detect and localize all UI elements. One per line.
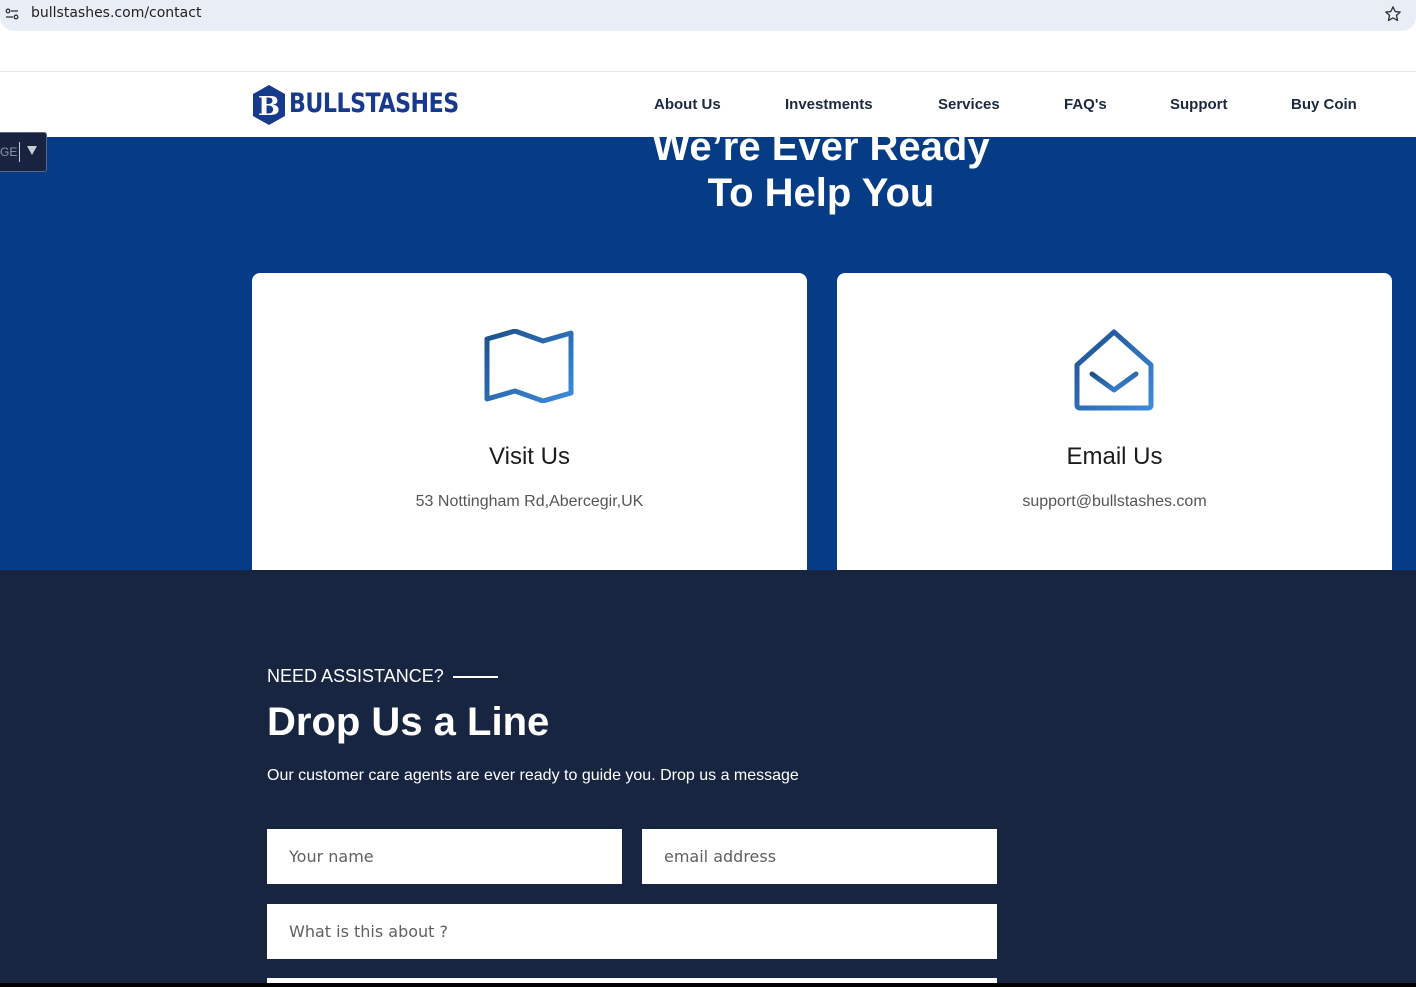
caret-down-icon <box>27 146 37 155</box>
site-logo[interactable]: B BULLSTASHES <box>252 84 462 126</box>
language-code: GE <box>0 145 18 159</box>
visit-us-card: Visit Us 53 Nottingham Rd,Abercegir,UK <box>252 273 807 570</box>
eyebrow-divider <box>453 676 498 678</box>
email-us-title: Email Us <box>1066 443 1163 470</box>
eyebrow-label: NEED ASSISTANCE? <box>267 666 444 686</box>
browser-address-bar: bullstashes.com/contact <box>0 0 1416 31</box>
language-divider <box>19 142 20 162</box>
contact-subtext: Our customer care agents are ever ready … <box>267 767 799 784</box>
nav-services[interactable]: Services <box>938 96 1000 113</box>
subject-input[interactable] <box>267 904 997 959</box>
window-bottom-edge <box>0 983 1416 987</box>
map-icon <box>484 329 574 403</box>
email-us-card: Email Us support@bullstashes.com <box>837 273 1392 570</box>
logo-mark-icon: B <box>253 85 285 125</box>
nav-faqs[interactable]: FAQ's <box>1064 96 1107 113</box>
language-selector[interactable]: GE <box>0 132 47 172</box>
visit-us-title: Visit Us <box>489 443 570 470</box>
address-url[interactable]: bullstashes.com/contact <box>31 5 201 21</box>
contact-heading: Drop Us a Line <box>267 700 550 744</box>
nav-support[interactable]: Support <box>1170 96 1228 113</box>
envelope-open-icon <box>1074 329 1154 411</box>
contact-section: NEED ASSISTANCE? Drop Us a Line Our cust… <box>0 570 1416 987</box>
site-settings-icon[interactable] <box>5 7 19 21</box>
hero-title-line1: We’re Ever Ready <box>652 137 990 169</box>
logo-wordmark: BULLSTASHES <box>289 88 459 119</box>
visit-us-address: 53 Nottingham Rd,Abercegir,UK <box>415 493 644 510</box>
bookmark-star-icon[interactable] <box>1384 5 1402 23</box>
name-input[interactable] <box>267 829 622 884</box>
hero-section: We’re Ever Ready To Help You Visit Us 53… <box>0 137 1416 570</box>
nav-about-us[interactable]: About Us <box>654 96 721 113</box>
svg-text:B: B <box>258 92 280 122</box>
nav-buy-coin[interactable]: Buy Coin <box>1291 96 1357 113</box>
site-header: B BULLSTASHES About Us Investments Servi… <box>0 71 1416 137</box>
hero-title-line2: To Help You <box>707 171 935 215</box>
email-us-address[interactable]: support@bullstashes.com <box>837 493 1392 511</box>
email-input[interactable] <box>642 829 997 884</box>
nav-investments[interactable]: Investments <box>785 96 873 113</box>
